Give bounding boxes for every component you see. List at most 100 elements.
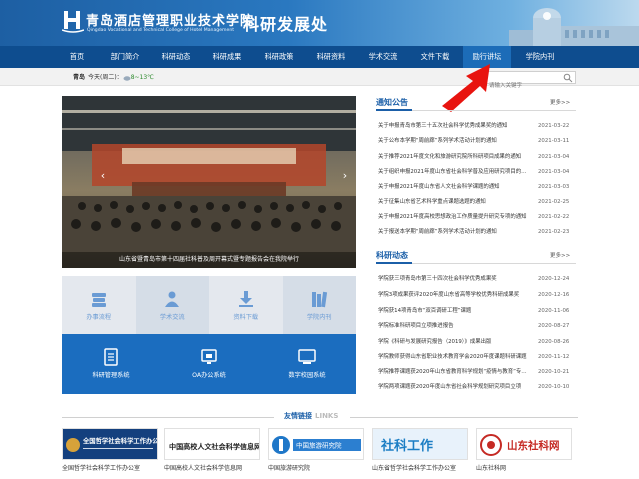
notice-item[interactable]: 关于征集山东省艺术科学重点课题选题的通知 2021-02-25 bbox=[378, 197, 578, 207]
research-item-title: 学院两项课题获2020年度山东省社会科学规划研究项目立项 bbox=[378, 384, 522, 390]
partner-name[interactable]: 中国高校人文社会科学信息网 bbox=[164, 463, 242, 472]
friend-links-title-en: LINKS bbox=[315, 412, 339, 420]
research-item[interactable]: 学院两项课题获2020年度山东省社会科学规划研究项目立项 2020-10-10 bbox=[378, 382, 578, 392]
notice-title: 关于组织申报2021年度山东省社会科学普及应用研究项目的通知 bbox=[378, 169, 528, 175]
page: 青岛酒店管理职业技术学院 Qingdao Vocational and Tech… bbox=[0, 0, 639, 479]
nav-item-about[interactable]: 部门简介 bbox=[103, 46, 147, 68]
research-header: 科研动态 更多>> bbox=[376, 250, 576, 264]
notice-item[interactable]: 关于公布本学期“周前廊”系列学术活动计划的通知 2021-03-11 bbox=[378, 136, 578, 146]
divider bbox=[412, 110, 576, 111]
nav-item-policy[interactable]: 科研政策 bbox=[257, 46, 301, 68]
friend-links-title-cn: 友情链接 bbox=[284, 412, 312, 420]
nav-item-exchange[interactable]: 学术交流 bbox=[361, 46, 405, 68]
cta-logo-icon: 中国旅游研究院 bbox=[269, 429, 363, 459]
notices-title: 通知公告 bbox=[376, 98, 408, 107]
research-item-title: 学院获14项青岛市“双百调研工程”课题 bbox=[378, 308, 472, 314]
oa-system-link[interactable]: OA办公系统 bbox=[160, 334, 258, 394]
research-item[interactable]: 学院教师获得山东省职业技术教育学会2020年度课题科研课题 2020-11-12 bbox=[378, 352, 578, 362]
news-slider[interactable]: ‹ › 山东省暨青岛市第十四届社科普及周开幕式暨专题报告会在我院举行 bbox=[62, 96, 356, 268]
oa-system-label: OA办公系统 bbox=[192, 372, 226, 379]
partner-logo-sdsk[interactable]: 山东社科网 bbox=[476, 428, 572, 460]
quick-link-download[interactable]: 资料下载 bbox=[209, 276, 283, 334]
research-item[interactable]: 学院推荐课题获2020年山东省教育科学规划“疫情与教育”专项课题 2020-10-… bbox=[378, 367, 578, 377]
partner-name[interactable]: 全国哲学社会科学工作办公室 bbox=[62, 463, 140, 472]
nav-item-achievements[interactable]: 科研成果 bbox=[205, 46, 249, 68]
research-item[interactable]: 学院获14项青岛市“双百调研工程”课题 2020-11-06 bbox=[378, 306, 578, 316]
partner-logo-ctaweb[interactable]: 中国旅游研究院 bbox=[268, 428, 364, 460]
research-item-title: 学院获三项青岛市第三十四次社会科学优秀成果奖 bbox=[378, 276, 497, 282]
nav-item-research-news[interactable]: 科研动态 bbox=[154, 46, 198, 68]
notice-title: 关于申报2021年度高校思想政治工作质量提升研究专项的通知 bbox=[378, 214, 527, 220]
quick-link-label: 学术交流 bbox=[159, 314, 185, 321]
search-icon[interactable] bbox=[563, 73, 573, 83]
quick-link-label: 资料下载 bbox=[233, 314, 259, 321]
research-item[interactable]: 学院获三项青岛市第三十四次社会科学优秀成果奖 2020-12-24 bbox=[378, 274, 578, 284]
monitor-icon bbox=[201, 349, 217, 364]
department-title: 科研发展处 bbox=[243, 15, 329, 34]
notice-item[interactable]: 关于申报2021年度高校思想政治工作质量提升研究专项的通知 2021-02-22 bbox=[378, 212, 578, 222]
quick-link-process[interactable]: 办事流程 bbox=[62, 276, 136, 334]
school-name-en: Qingdao Vocational and Technical College… bbox=[87, 28, 235, 33]
sdsk-logo-icon: 山东社科网 bbox=[477, 429, 571, 459]
slider-caption[interactable]: 山东省暨青岛市第十四届社科普及周开幕式暨专题报告会在我院举行 bbox=[62, 252, 356, 268]
notice-date: 2021-02-23 bbox=[538, 229, 570, 235]
notice-date: 2021-03-03 bbox=[538, 184, 570, 190]
research-item-title: 学院《科研与发展研究报告（2019）》成果出版 bbox=[378, 339, 492, 345]
digital-campus-link[interactable]: 数字校园系统 bbox=[258, 334, 356, 394]
sinoss-logo-icon: 中国高校人文社会科学信息网 bbox=[165, 429, 260, 459]
display-icon bbox=[298, 349, 316, 364]
digital-campus-label: 数字校园系统 bbox=[288, 372, 326, 379]
notice-title: 关于征集山东省艺术科学重点课题选题的通知 bbox=[378, 199, 486, 205]
notice-date: 2021-03-04 bbox=[538, 154, 570, 160]
research-system-link[interactable]: 科研管理系统 bbox=[62, 334, 160, 394]
main-nav: 首页 部门简介 科研动态 科研成果 科研政策 科研资料 学术交流 文件下载 励行… bbox=[0, 46, 639, 68]
notice-item[interactable]: 关于申报青岛市第三十五次社会科学优秀成果奖的通知 2021-03-22 bbox=[378, 121, 578, 131]
download-icon bbox=[238, 291, 253, 307]
research-item-title: 学院教师获得山东省职业技术教育学会2020年度课题科研课题 bbox=[378, 354, 527, 360]
notice-date: 2021-03-11 bbox=[538, 138, 570, 144]
notice-title: 关于推荐2021年度文化和旅游研究院所科研项目成果的通知 bbox=[378, 154, 522, 160]
info-bar: 青岛 今天(周二)： 8~13℃ bbox=[0, 68, 639, 92]
slider-next-button[interactable]: › bbox=[340, 168, 350, 184]
notice-item[interactable]: 关于推荐2021年度文化和旅游研究院所科研项目成果的通知 2021-03-04 bbox=[378, 152, 578, 162]
site-header: 青岛酒店管理职业技术学院 Qingdao Vocational and Tech… bbox=[0, 0, 639, 46]
nav-item-journal[interactable]: 学院内刊 bbox=[516, 46, 564, 68]
quick-link-exchange[interactable]: 学术交流 bbox=[135, 276, 209, 334]
partner-name[interactable]: 中国旅游研究院 bbox=[268, 463, 310, 472]
notice-title: 关于报送本学期“周前廊”系列学术活动计划的通知 bbox=[378, 229, 497, 235]
notices-more-link[interactable]: 更多>> bbox=[550, 98, 570, 106]
partner-logo-sdskgz[interactable]: 社科工作 bbox=[372, 428, 468, 460]
divider bbox=[350, 417, 578, 418]
research-item[interactable]: 学院《科研与发展研究报告（2019）》成果出版 2020-08-26 bbox=[378, 337, 578, 347]
research-item[interactable]: 学院3项成果获评2020年度山东省高等学校优秀科研成果奖 2020-12-16 bbox=[378, 290, 578, 300]
quick-link-journal[interactable]: 学院内刊 bbox=[282, 276, 356, 334]
partner-logo-text: 中国旅游研究院 bbox=[296, 441, 342, 450]
partner-logo-text: 中国高校人文社会科学信息网 bbox=[169, 442, 260, 451]
notice-date: 2021-02-22 bbox=[538, 214, 570, 220]
nav-item-materials[interactable]: 科研资料 bbox=[309, 46, 353, 68]
friend-links-header: 友情链接 LINKS bbox=[0, 410, 639, 424]
school-logo-icon bbox=[62, 11, 84, 33]
slider-prev-button[interactable]: ‹ bbox=[98, 168, 108, 184]
quick-link-label: 学院内刊 bbox=[306, 314, 332, 321]
research-item[interactable]: 学院标准科研项目立项推进报告 2020-08-27 bbox=[378, 321, 578, 331]
partner-logo-sinoss[interactable]: 中国高校人文社会科学信息网 bbox=[164, 428, 260, 460]
research-item-title: 学院3项成果获评2020年度山东省高等学校优秀科研成果奖 bbox=[378, 292, 520, 298]
partner-logo-npopss[interactable]: 全国哲学社会科学工作办公室 bbox=[62, 428, 158, 460]
notice-title: 关于申报2021年度山东省人文社会科学课题的通知 bbox=[378, 184, 500, 190]
city-label: 青岛 bbox=[73, 74, 86, 81]
notice-item[interactable]: 关于组织申报2021年度山东省社会科学普及应用研究项目的通知 2021-03-04 bbox=[378, 167, 578, 177]
weather-temp: 8~13℃ bbox=[130, 74, 154, 81]
notice-item[interactable]: 关于报送本学期“周前廊”系列学术活动计划的通知 2021-02-23 bbox=[378, 227, 578, 237]
nav-item-home[interactable]: 首页 bbox=[58, 46, 96, 68]
partner-name[interactable]: 山东省哲学社会科学工作办公室 bbox=[372, 463, 456, 472]
document-icon bbox=[104, 348, 118, 366]
notices-underline bbox=[376, 109, 412, 111]
quick-links: 办事流程 学术交流 资料下载 学院内刊 科研管理系统 OA办公系统 数字校园系统 bbox=[62, 276, 356, 394]
partner-name[interactable]: 山东社科网 bbox=[476, 463, 506, 472]
building-illustration bbox=[509, 8, 639, 46]
weather-info: 今天(周二)： 8~13℃ bbox=[88, 72, 154, 81]
research-more-link[interactable]: 更多>> bbox=[550, 251, 570, 259]
notice-date: 2021-03-04 bbox=[538, 169, 570, 175]
notice-item[interactable]: 关于申报2021年度山东省人文社会科学课题的通知 2021-03-03 bbox=[378, 182, 578, 192]
